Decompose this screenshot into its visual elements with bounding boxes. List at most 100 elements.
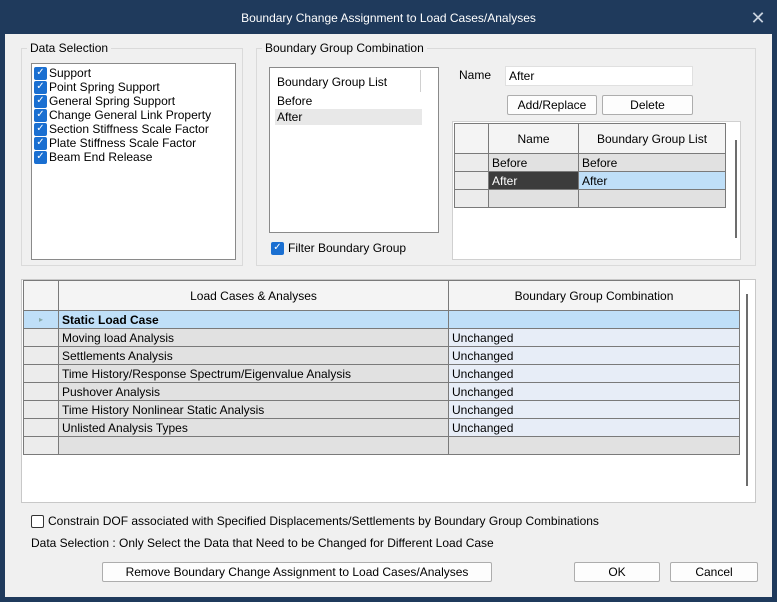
- boundary-group-list-header: Boundary Group List: [277, 75, 388, 89]
- add-replace-button[interactable]: Add/Replace: [507, 95, 597, 115]
- row-header[interactable]: [23, 346, 59, 365]
- main-cell-load-case[interactable]: Settlements Analysis: [58, 346, 449, 365]
- boundary-group-list-item[interactable]: Before: [277, 93, 422, 109]
- list-header-divider: [420, 70, 421, 92]
- data-selection-item-section-stiffness[interactable]: ✓ Section Stiffness Scale Factor: [34, 122, 235, 136]
- bgc-cell-group-list[interactable]: [578, 189, 726, 208]
- checkbox-icon[interactable]: ✓: [31, 514, 44, 528]
- data-selection-item-label: Change General Link Property: [49, 108, 212, 122]
- remove-assignment-button[interactable]: Remove Boundary Change Assignment to Loa…: [102, 562, 492, 582]
- main-cell-load-case[interactable]: [58, 436, 449, 455]
- main-col-load-cases[interactable]: Load Cases & Analyses: [58, 280, 449, 311]
- bgc-cell-name[interactable]: After: [488, 171, 579, 190]
- row-header[interactable]: [454, 171, 489, 190]
- data-selection-item-support[interactable]: ✓ Support: [34, 66, 235, 80]
- data-selection-item-general-spring[interactable]: ✓ General Spring Support: [34, 94, 235, 108]
- data-selection-item-label: General Spring Support: [49, 94, 176, 108]
- ok-button[interactable]: OK: [574, 562, 660, 582]
- data-selection-item-label: Plate Stiffness Scale Factor: [49, 136, 197, 150]
- main-cell-bgc[interactable]: Unchanged: [448, 346, 740, 365]
- data-selection-item-point-spring[interactable]: ✓ Point Spring Support: [34, 80, 235, 94]
- data-selection-item-label: Beam End Release: [49, 150, 153, 164]
- main-col-bgc[interactable]: Boundary Group Combination: [448, 280, 740, 311]
- bgc-legend: Boundary Group Combination: [262, 41, 427, 55]
- bgc-cell-group-list[interactable]: Before: [578, 153, 726, 172]
- table-row[interactable]: Time History Nonlinear Static Analysis U…: [23, 400, 740, 419]
- bgc-table-corner: [454, 123, 489, 154]
- row-header[interactable]: [23, 418, 59, 437]
- dialog-body: Data Selection ✓ Support ✓ Point Spring …: [5, 34, 772, 597]
- main-cell-bgc[interactable]: Unchanged: [448, 382, 740, 401]
- main-cell-load-case[interactable]: Time History/Response Spectrum/Eigenvalu…: [58, 364, 449, 383]
- data-selection-item-label: Point Spring Support: [49, 80, 160, 94]
- title-bar: Boundary Change Assignment to Load Cases…: [0, 0, 777, 36]
- main-cell-bgc[interactable]: Unchanged: [448, 364, 740, 383]
- row-header[interactable]: [23, 328, 59, 347]
- main-table-container: Load Cases & Analyses Boundary Group Com…: [21, 279, 756, 503]
- main-cell-bgc[interactable]: Unchanged: [448, 328, 740, 347]
- data-selection-item-label: Support: [49, 66, 92, 80]
- bgc-table-container: Name Boundary Group List Before Before A…: [452, 121, 741, 260]
- main-cell-load-case[interactable]: Static Load Case: [58, 310, 449, 329]
- table-row[interactable]: ▸ Static Load Case: [23, 310, 740, 329]
- table-row[interactable]: Pushover Analysis Unchanged: [23, 382, 740, 401]
- window-title: Boundary Change Assignment to Load Cases…: [241, 11, 536, 25]
- check-icon[interactable]: ✓: [34, 136, 47, 150]
- cancel-button[interactable]: Cancel: [670, 562, 758, 582]
- main-cell-bgc[interactable]: [448, 436, 740, 455]
- bgc-col-group-list[interactable]: Boundary Group List: [578, 123, 726, 154]
- data-selection-item-beam-end-release[interactable]: ✓ Beam End Release: [34, 150, 235, 164]
- row-header[interactable]: [23, 364, 59, 383]
- main-cell-bgc[interactable]: Unchanged: [448, 418, 740, 437]
- main-cell-load-case[interactable]: Unlisted Analysis Types: [58, 418, 449, 437]
- boundary-group-list[interactable]: Boundary Group List Before After: [269, 67, 439, 233]
- data-selection-item-general-link[interactable]: ✓ Change General Link Property: [34, 108, 235, 122]
- bgc-cell-group-list[interactable]: After: [578, 171, 726, 190]
- main-cell-load-case[interactable]: Pushover Analysis: [58, 382, 449, 401]
- main-cell-bgc[interactable]: Unchanged: [448, 400, 740, 419]
- check-icon[interactable]: ✓: [34, 150, 47, 164]
- bgc-cell-name[interactable]: [488, 189, 579, 208]
- main-cell-load-case[interactable]: Time History Nonlinear Static Analysis: [58, 400, 449, 419]
- row-header[interactable]: [23, 400, 59, 419]
- table-row[interactable]: [454, 189, 726, 208]
- check-icon[interactable]: ✓: [271, 241, 284, 255]
- table-row[interactable]: Moving load Analysis Unchanged: [23, 328, 740, 347]
- constrain-dof-label: Constrain DOF associated with Specified …: [48, 514, 599, 528]
- filter-boundary-group-label: Filter Boundary Group: [288, 241, 407, 255]
- data-selection-note: Data Selection : Only Select the Data th…: [31, 536, 494, 550]
- bgc-col-name[interactable]: Name: [488, 123, 579, 154]
- name-label: Name: [459, 68, 492, 82]
- main-table: Load Cases & Analyses Boundary Group Com…: [23, 280, 740, 455]
- row-header[interactable]: ▸: [23, 310, 59, 329]
- table-row[interactable]: Unlisted Analysis Types Unchanged: [23, 418, 740, 437]
- constrain-dof-checkbox[interactable]: ✓ Constrain DOF associated with Specifie…: [31, 514, 599, 528]
- bgc-cell-name[interactable]: Before: [488, 153, 579, 172]
- row-header[interactable]: [454, 189, 489, 208]
- data-selection-legend: Data Selection: [27, 41, 112, 55]
- table-row[interactable]: [23, 436, 740, 455]
- check-icon[interactable]: ✓: [34, 80, 47, 94]
- main-cell-bgc[interactable]: [448, 310, 740, 329]
- name-input[interactable]: After: [505, 66, 693, 86]
- row-header[interactable]: [23, 382, 59, 401]
- row-header[interactable]: [454, 153, 489, 172]
- close-icon[interactable]: ✕: [749, 9, 767, 27]
- delete-button[interactable]: Delete: [602, 95, 693, 115]
- filter-boundary-group[interactable]: ✓ Filter Boundary Group: [271, 241, 406, 255]
- main-cell-load-case[interactable]: Moving load Analysis: [58, 328, 449, 347]
- data-selection-item-plate-stiffness[interactable]: ✓ Plate Stiffness Scale Factor: [34, 136, 235, 150]
- table-row[interactable]: Settlements Analysis Unchanged: [23, 346, 740, 365]
- table-row[interactable]: Before Before: [454, 153, 726, 172]
- check-icon[interactable]: ✓: [34, 66, 47, 80]
- table-row[interactable]: After After: [454, 171, 726, 190]
- boundary-group-list-item-selected[interactable]: After: [275, 109, 422, 125]
- table-row[interactable]: Time History/Response Spectrum/Eigenvalu…: [23, 364, 740, 383]
- main-table-scrollbar[interactable]: [746, 294, 748, 486]
- data-selection-list[interactable]: ✓ Support ✓ Point Spring Support ✓ Gener…: [31, 63, 236, 260]
- check-icon[interactable]: ✓: [34, 122, 47, 136]
- check-icon[interactable]: ✓: [34, 94, 47, 108]
- row-header[interactable]: [23, 436, 59, 455]
- bgc-table-scrollbar[interactable]: [735, 140, 737, 238]
- check-icon[interactable]: ✓: [34, 108, 47, 122]
